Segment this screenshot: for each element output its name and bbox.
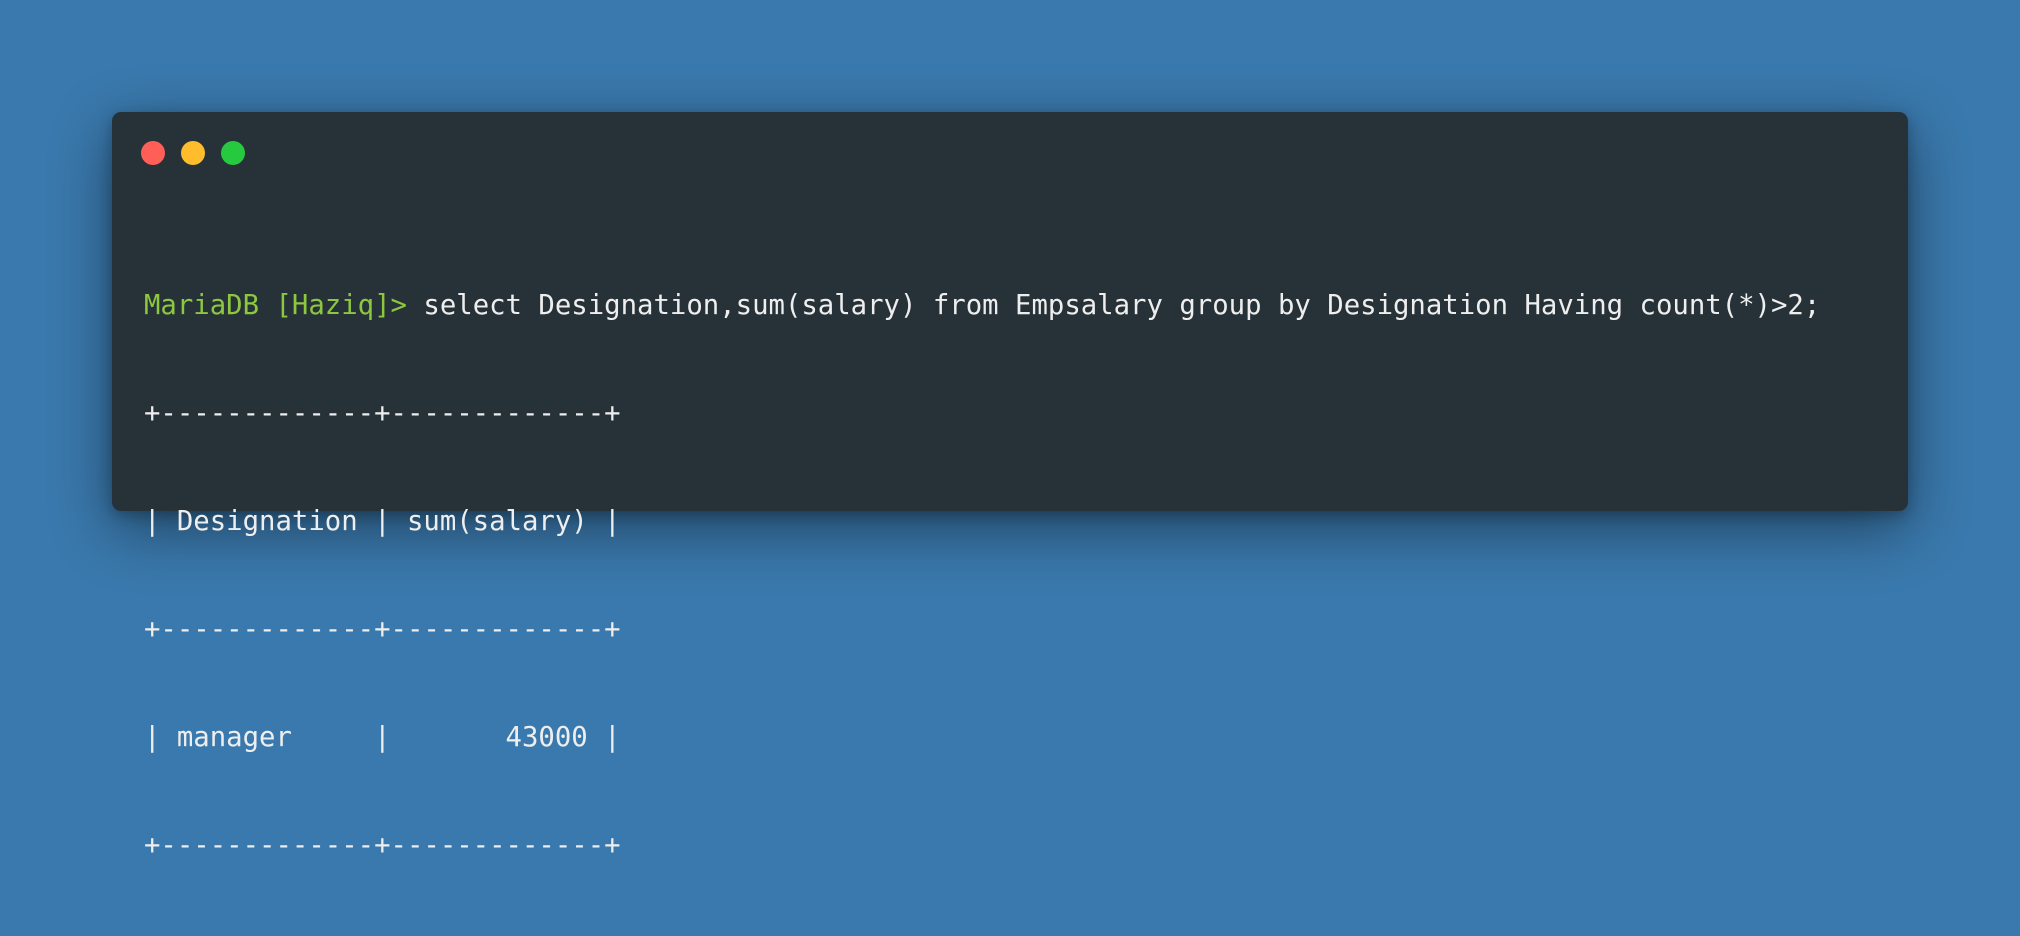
desktop-background: { "window": { "controls": [ { "name": "c…	[0, 0, 2020, 861]
close-window-button[interactable]	[141, 141, 165, 165]
table-header-separator: +-------------+-------------+	[144, 614, 621, 645]
table-border-top: +-------------+-------------+	[144, 398, 621, 429]
window-controls	[141, 141, 245, 165]
table-header-row: | Designation | sum(salary) |	[144, 506, 621, 537]
table-data-row: | manager | 43000 |	[144, 722, 621, 753]
command-line: MariaDB [Haziq]> select Designation,sum(…	[144, 288, 1884, 324]
table-border-bottom: +-------------+-------------+	[144, 830, 621, 861]
minimize-window-button[interactable]	[181, 141, 205, 165]
mariadb-prompt: MariaDB [Haziq]>	[144, 290, 407, 321]
terminal-output: MariaDB [Haziq]> select Designation,sum(…	[144, 216, 1884, 936]
sql-command: select Designation,sum(salary) from Emps…	[406, 290, 1821, 321]
terminal-window: MariaDB [Haziq]> select Designation,sum(…	[112, 112, 1908, 861]
maximize-window-button[interactable]	[221, 141, 245, 165]
